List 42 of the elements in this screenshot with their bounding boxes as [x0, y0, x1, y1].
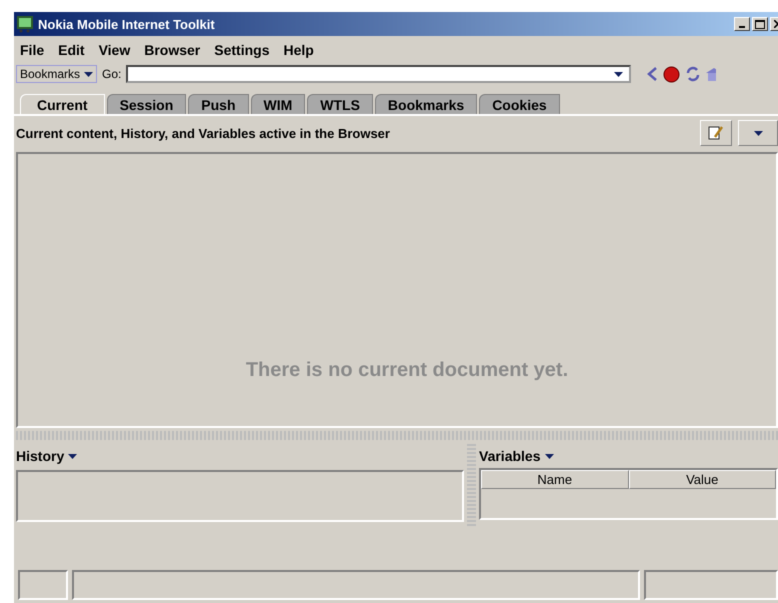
tab[interactable]: Bookmarks — [374, 94, 478, 114]
menu-item[interactable]: Browser — [144, 42, 200, 58]
empty-message: There is no current document yet. — [246, 359, 568, 382]
menu-item[interactable]: Edit — [58, 42, 85, 58]
notepad-pencil-icon — [708, 125, 724, 141]
splitter-handle[interactable] — [16, 431, 778, 440]
app-icon — [16, 15, 34, 33]
tab[interactable]: WTLS — [307, 94, 373, 114]
menu-item[interactable]: Settings — [214, 42, 270, 58]
variables-caret-icon — [544, 454, 554, 458]
go-label: Go: — [102, 67, 122, 81]
maximize-icon — [755, 20, 765, 28]
menu-item[interactable]: View — [98, 42, 130, 58]
column-header[interactable]: Value — [628, 470, 776, 489]
bookmarks-dropdown[interactable]: Bookmarks — [16, 65, 98, 83]
window-title: Nokia Mobile Internet Toolkit — [38, 16, 216, 32]
variables-title[interactable]: Variables — [479, 448, 540, 464]
address-field[interactable] — [126, 65, 632, 83]
history-title[interactable]: History — [16, 448, 64, 464]
maximize-button[interactable] — [752, 17, 768, 31]
dropdown-icon — [754, 130, 762, 136]
menu-button[interactable] — [738, 120, 778, 146]
menu-item[interactable]: Help — [284, 42, 314, 58]
tab[interactable]: Push — [188, 94, 248, 114]
edit-button[interactable] — [700, 120, 732, 146]
dropdown-caret-icon — [614, 72, 624, 76]
tab[interactable]: Cookies — [479, 94, 560, 114]
status-cell — [18, 570, 68, 600]
panel-description: Current content, History, and Variables active in the Browser — [16, 126, 391, 140]
tab[interactable]: WIM — [250, 94, 306, 114]
back-icon[interactable] — [646, 66, 658, 82]
tab[interactable]: Session — [106, 94, 186, 114]
home-icon[interactable] — [706, 66, 716, 82]
caret-icon — [84, 72, 94, 76]
menu-item[interactable]: File — [20, 42, 44, 58]
minimize-button[interactable] — [734, 17, 750, 31]
splitter-handle[interactable] — [467, 444, 476, 526]
history-caret-icon — [68, 454, 78, 458]
tab[interactable]: Current — [20, 94, 105, 114]
column-header[interactable]: Name — [481, 470, 628, 489]
refresh-icon[interactable] — [685, 66, 702, 82]
stop-icon[interactable] — [663, 66, 680, 82]
